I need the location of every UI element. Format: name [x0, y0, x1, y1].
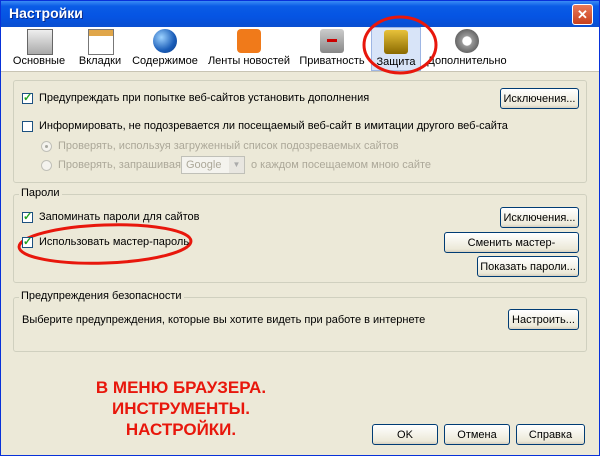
- check-local-list-label: Проверять, используя загруженный список …: [58, 140, 399, 152]
- warnings-legend: Предупреждения безопасности: [19, 290, 184, 302]
- warnings-description: Выберите предупреждения, которые вы хоти…: [22, 314, 426, 326]
- report-forgery-label: Информировать, не подозревается ли посещ…: [39, 120, 508, 132]
- provider-value: Google: [186, 159, 222, 171]
- check-online-suffix: о каждом посещаемом мною сайте: [251, 159, 431, 171]
- settings-dialog: Настройки ✕ Основные Вкладки Содержимое …: [0, 0, 600, 456]
- passwords-exceptions-button[interactable]: Исключения...: [500, 207, 579, 228]
- remember-passwords-label: Запоминать пароли для сайтов: [39, 211, 200, 223]
- change-master-password-button[interactable]: Сменить мастер-пароль...: [444, 232, 579, 269]
- warn-addons-label: Предупреждать при попытке веб-сайтов уст…: [39, 92, 370, 104]
- provider-select[interactable]: Google ▼: [181, 156, 245, 174]
- annotation-line: ИНСТРУМЕНТЫ.: [112, 399, 250, 418]
- security-tab-circle: [362, 15, 438, 75]
- master-password-checkbox[interactable]: [22, 235, 33, 248]
- master-password-label: Использовать мастер-пароль: [39, 236, 190, 248]
- check-online-radio[interactable]: [41, 160, 52, 171]
- cancel-button[interactable]: Отмена: [444, 424, 510, 445]
- chevron-down-icon: ▼: [229, 157, 244, 173]
- annotation-line: В МЕНЮ БРАУЗЕРА.: [95, 378, 267, 397]
- check-local-list-radio[interactable]: [41, 141, 52, 152]
- annotation-line: НАСТРОЙКИ.: [125, 420, 237, 439]
- warn-addons-checkbox[interactable]: [22, 91, 33, 104]
- help-button[interactable]: Справка: [516, 424, 585, 445]
- warnings-settings-button[interactable]: Настроить...: [508, 309, 579, 330]
- passwords-legend: Пароли: [19, 187, 62, 199]
- instruction-annotation: В МЕНЮ БРАУЗЕРА. ИНСТРУМЕНТЫ. НАСТРОЙКИ.: [81, 377, 281, 440]
- show-passwords-button[interactable]: Показать пароли...: [477, 256, 579, 277]
- check-online-label: Проверять, запрашивая: [58, 159, 181, 171]
- remember-passwords-checkbox[interactable]: [22, 210, 33, 223]
- ok-button[interactable]: OK: [372, 424, 438, 445]
- addons-exceptions-button[interactable]: Исключения...: [500, 88, 579, 109]
- report-forgery-checkbox[interactable]: [22, 121, 33, 132]
